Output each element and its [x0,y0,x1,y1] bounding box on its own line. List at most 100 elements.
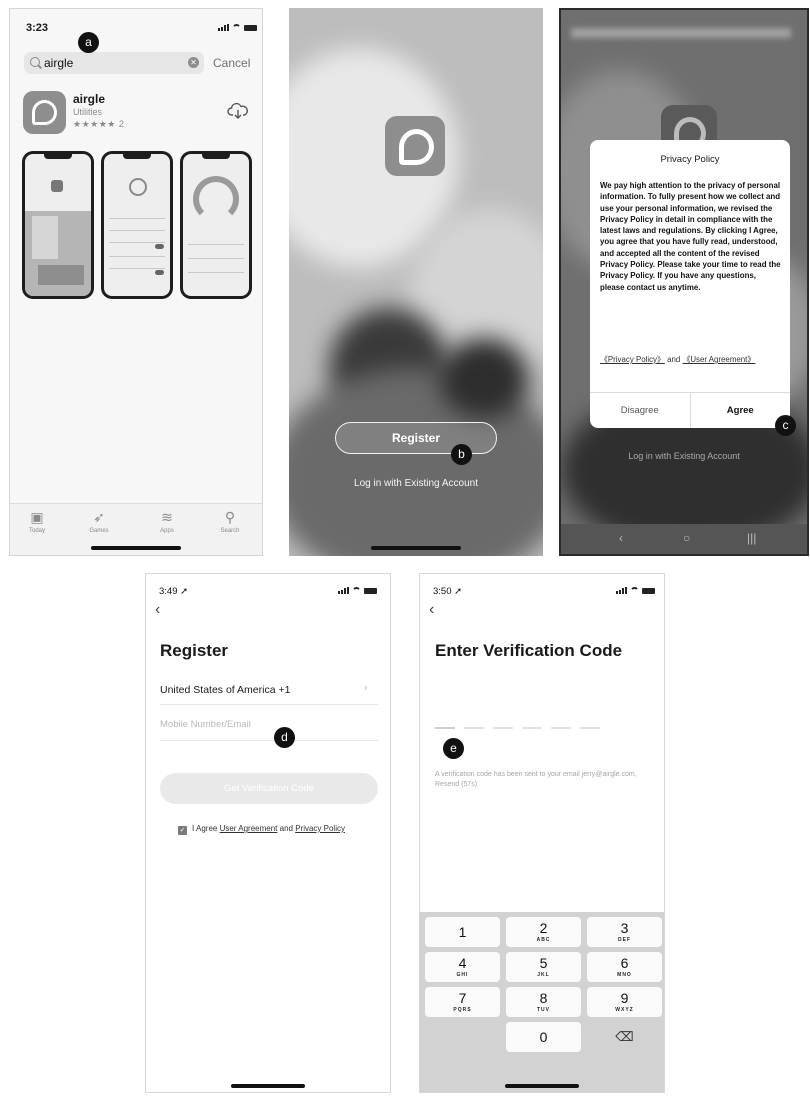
page-title: Register [160,641,229,660]
home-indicator [505,1084,579,1088]
search-input[interactable] [44,55,184,71]
divider [160,740,378,741]
user-agreement-link[interactable]: 《User Agreement》 [682,355,755,364]
country-selector[interactable]: United States of America +1 [160,684,290,696]
android-nav-bar: ‹ ○ ||| [561,524,807,554]
app-rating: ★★★★★ 2 [73,119,125,129]
home-nav-icon[interactable]: ○ [683,531,690,545]
login-existing-link[interactable]: Log in with Existing Account [561,451,807,461]
app-name[interactable]: airgle [73,92,105,106]
search-icon: ⚲ [224,509,236,525]
code-digit-slot [493,727,513,729]
key-8[interactable]: 8 TUV [506,987,581,1017]
disagree-button[interactable]: Disagree [590,393,691,428]
status-time: 3:50 ➚ [433,586,463,597]
key-9[interactable]: 9 WXYZ [587,987,662,1017]
code-digit-slot [464,727,484,729]
tab-bar: ▣ Today ➶ Games ≋ Apps ⚲ Search [10,503,262,555]
app-category: Utilities [73,107,103,117]
battery-icon [364,588,377,594]
code-digit-slot [551,727,571,729]
code-digit-slot [435,727,455,729]
key-2[interactable]: 2 ABC [506,917,581,947]
status-time: 3:49 ➚ [159,586,189,597]
signal-icon [338,587,349,594]
tab-games[interactable]: ➶ Games [74,508,124,534]
screenshot-controls [101,151,173,299]
status-icons [616,587,655,594]
privacy-policy-link[interactable]: Privacy Policy [295,824,345,833]
back-nav-icon[interactable]: ‹ [619,531,623,545]
backspace-icon[interactable]: ⌫ [587,1022,662,1052]
tab-search[interactable]: ⚲ Search [205,508,255,534]
code-digit-slot [580,727,600,729]
get-verification-code-button[interactable]: Get Verification Code [160,773,378,804]
user-agreement-link[interactable]: User Agreement [220,824,278,833]
code-input[interactable] [435,727,600,729]
numeric-keypad: 1 2 ABC 3 DEF 4 GHI 5 JKL 6 MNO 7 PQRS 8 TUV 9W… [420,912,664,1092]
dialog-title: Privacy Policy [660,154,720,165]
back-icon[interactable]: ‹ [429,601,434,619]
welcome-screen: Register b Log in with Existing Account [289,8,543,556]
screenshot-gauge [180,151,252,299]
blurred-status-bar [571,28,791,38]
key-1[interactable]: 1 [425,917,500,947]
dialog-body: We pay high attention to the privacy of … [600,181,781,292]
key-3[interactable]: 3 DEF [587,917,662,947]
divider [160,704,378,705]
agree-checkbox[interactable]: ✓ [178,826,187,835]
clear-icon[interactable]: ✕ [188,57,199,68]
layers-icon: ≋ [161,509,173,525]
app-logo [385,116,445,176]
policy-links: 《Privacy Policy》 and 《User Agreement》 [600,355,756,364]
recents-nav-icon[interactable]: ||| [747,531,756,545]
today-icon: ▣ [30,509,44,525]
wifi-icon [352,587,361,594]
status-icons [338,587,377,594]
status-icons [218,24,257,31]
battery-icon [642,588,655,594]
key-7[interactable]: 7 PQRS [425,987,500,1017]
cloud-download-icon[interactable] [227,102,249,120]
home-indicator [371,546,461,550]
rocket-icon: ➶ [93,509,105,525]
screenshot-room [22,151,94,299]
chevron-right-icon: › [364,682,368,694]
airgle-app-icon[interactable] [23,91,66,134]
key-0[interactable]: 0 [506,1022,581,1052]
verification-info: A verification code has been sent to you… [435,771,637,788]
home-indicator [231,1084,305,1088]
code-digit-slot [522,727,542,729]
dialog-buttons: Disagree Agree [590,392,790,428]
tab-today[interactable]: ▣ Today [12,508,62,534]
battery-icon [244,25,257,31]
privacy-policy-dialog: Privacy Policy We pay high attention to … [590,140,790,428]
agreement-row: ✓ I Agree User Agreement and Privacy Poli… [178,824,345,835]
tab-apps[interactable]: ≋ Apps [142,508,192,534]
search-icon [30,57,40,67]
cancel-button[interactable]: Cancel [213,56,250,70]
status-time: 3:23 [26,22,49,34]
app-store-screen: 3:23 a ✕ Cancel airgle Utilities ★★★★★ 2 [9,8,263,556]
home-indicator [91,546,181,550]
privacy-policy-link[interactable]: 《Privacy Policy》 [600,355,665,364]
page-title: Enter Verification Code [435,641,623,660]
wifi-icon [232,24,241,31]
login-existing-link[interactable]: Log in with Existing Account [289,478,543,489]
register-button[interactable]: Register [335,422,497,454]
register-screen: 3:49 ➚ ‹ Register United States of Ameri… [145,573,391,1093]
mobile-email-input[interactable] [160,716,360,732]
back-icon[interactable]: ‹ [155,601,160,619]
step-marker-b: b [451,444,472,465]
key-5[interactable]: 5 JKL [506,952,581,982]
app-screenshots [22,151,252,301]
wifi-icon [630,587,639,594]
signal-icon [616,587,627,594]
step-marker-d: d [274,727,295,748]
step-marker-a: a [78,32,99,53]
signal-icon [218,24,229,31]
key-6[interactable]: 6 MNO [587,952,662,982]
privacy-policy-screen: Privacy Policy We pay high attention to … [559,8,809,556]
search-bar[interactable]: ✕ [24,52,204,74]
key-4[interactable]: 4 GHI [425,952,500,982]
